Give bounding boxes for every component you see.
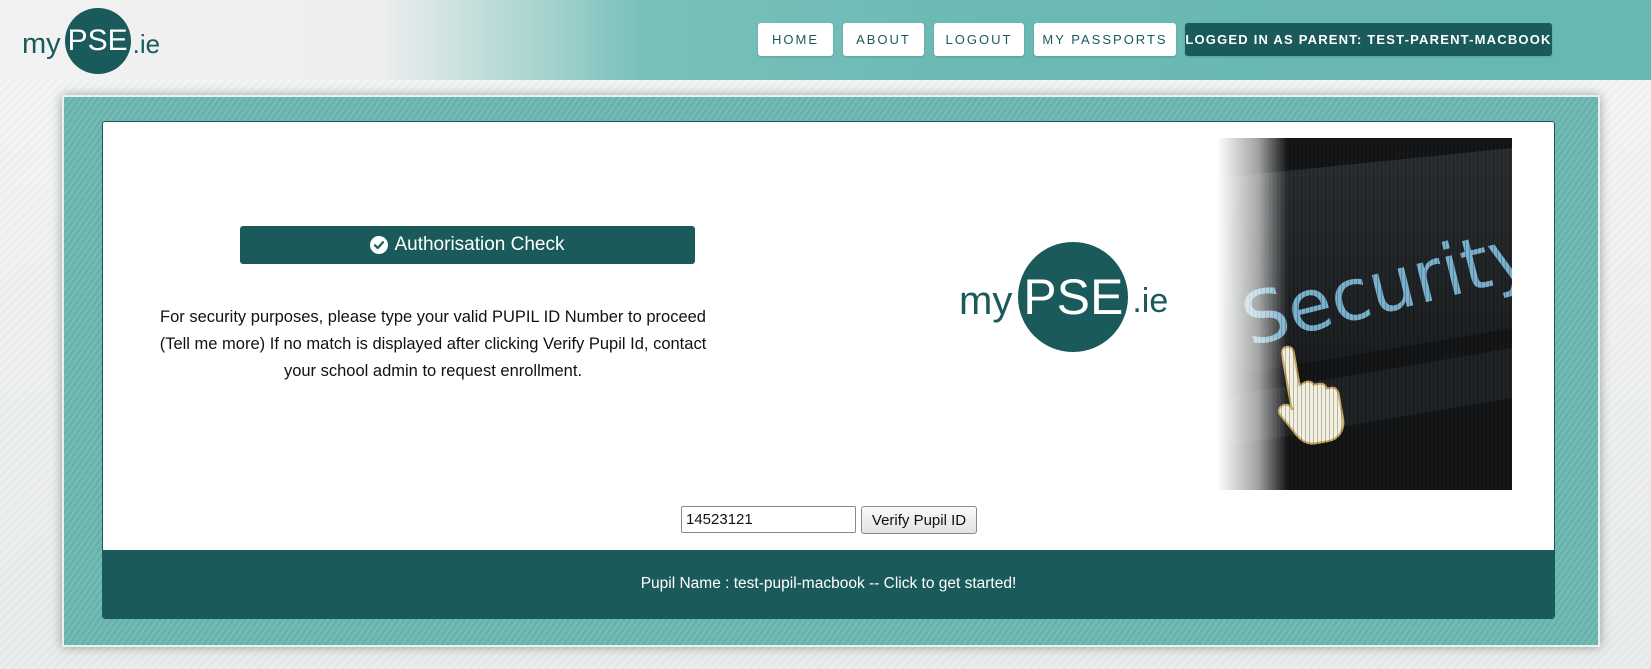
pupil-id-input[interactable] [681,506,856,533]
security-instructions: For security purposes, please type your … [159,308,707,380]
logo-suffix: .ie [132,28,161,59]
logged-in-status-button[interactable]: LOGGED IN AS PARENT: TEST-PARENT-MACBOOK [1185,23,1552,56]
nav-logout-button[interactable]: LOGOUT [934,23,1024,56]
authorisation-check-header: Authorisation Check [240,226,695,264]
verify-pupil-id-button[interactable]: Verify Pupil ID [861,506,977,534]
pupil-name-banner[interactable]: Pupil Name : test-pupil-macbook -- Click… [103,550,1554,618]
nav-my-passports-button[interactable]: MY PASSPORTS [1034,23,1176,56]
card-logo-suffix: .ie [1132,281,1169,320]
card-logo-prefix: my [959,278,1013,323]
site-header: my PSE .ie HOME ABOUT LOGOUT MY PASSPORT… [0,0,1651,80]
authorisation-check-title: Authorisation Check [394,234,565,255]
card-logo-mark: PSE [1018,242,1129,352]
logo-mark: PSE [64,8,131,74]
nav-home-button[interactable]: HOME [758,23,833,56]
pupil-name-text: Pupil Name : test-pupil-macbook -- Click… [640,575,1017,592]
check-circle-icon [370,236,389,254]
card-logo: my PSE .ie [959,242,1168,352]
logo-prefix: my [22,27,61,60]
security-image: Security [1217,138,1512,490]
authorisation-card: Authorisation Check For security purpose… [102,121,1555,619]
nav-about-button[interactable]: ABOUT [843,23,924,56]
header-logo[interactable]: my PSE .ie [22,8,160,74]
